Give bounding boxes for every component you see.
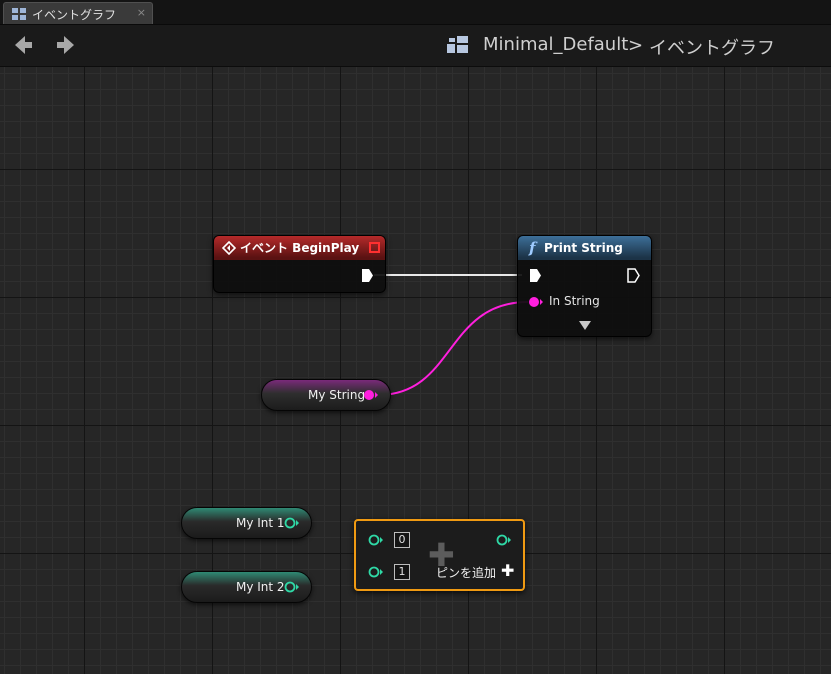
my-string-label: My String <box>308 388 366 402</box>
int-in-pin-0-icon[interactable] <box>368 534 384 546</box>
begin-play-title: イベント BeginPlay <box>240 241 360 255</box>
print-string-header: f Print String <box>518 236 651 260</box>
my-int-2-label: My Int 2 <box>236 580 285 594</box>
my-int-2-node[interactable]: My Int 2 <box>181 571 312 603</box>
my-int-1-label: My Int 1 <box>236 516 285 530</box>
string-wire <box>377 301 529 396</box>
add-pin-label[interactable]: ピンを追加 <box>436 564 496 581</box>
int-out-pin-icon[interactable] <box>284 581 300 593</box>
event-diamond-icon <box>222 241 236 255</box>
int-in-pin-1-icon[interactable] <box>368 566 384 578</box>
int-out-pin-icon[interactable] <box>284 517 300 529</box>
int-out-pin-icon[interactable] <box>496 534 512 546</box>
add-pin-plus-icon[interactable]: ✚ <box>501 561 514 580</box>
in-string-pin-icon[interactable] <box>528 296 544 308</box>
begin-play-header: イベント BeginPlay <box>214 236 385 260</box>
exec-out-pin-icon[interactable] <box>361 268 374 283</box>
exec-out-pin-icon[interactable] <box>627 268 640 283</box>
expand-arrow-icon[interactable] <box>579 321 591 330</box>
delegate-pin-icon[interactable] <box>369 242 380 253</box>
begin-play-node[interactable]: イベント BeginPlay <box>213 235 386 293</box>
in-string-label: In String <box>549 294 600 308</box>
exec-in-pin-icon[interactable] <box>529 268 542 283</box>
print-string-node[interactable]: f Print String In String <box>517 235 652 337</box>
function-icon: f <box>529 239 536 257</box>
string-out-pin-icon[interactable] <box>363 389 379 401</box>
input-1-value[interactable]: 1 <box>394 564 410 580</box>
my-int-1-node[interactable]: My Int 1 <box>181 507 312 539</box>
my-string-node[interactable]: My String <box>261 379 391 411</box>
add-node[interactable]: 0 ✚ 1 ピンを追加 ✚ <box>354 519 525 591</box>
input-0-value[interactable]: 0 <box>394 532 410 548</box>
print-string-title: Print String <box>544 241 623 255</box>
